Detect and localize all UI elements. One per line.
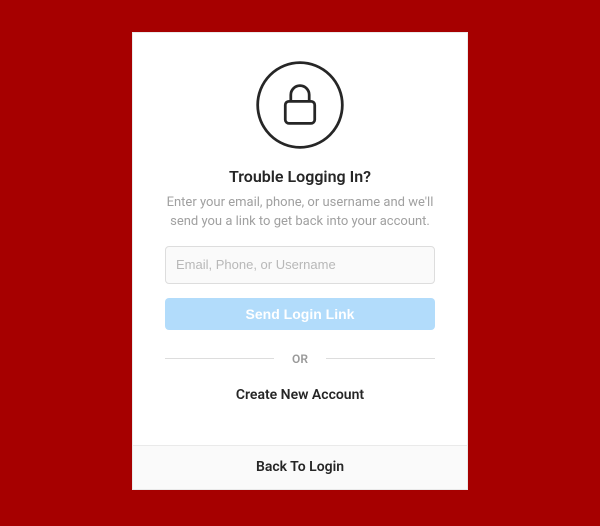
card-body: Trouble Logging In? Enter your email, ph…: [133, 33, 467, 445]
lock-icon: [165, 59, 435, 151]
or-divider: OR: [165, 352, 435, 366]
back-to-login-link[interactable]: Back To Login: [256, 459, 344, 475]
divider-line-left: [165, 358, 274, 359]
send-login-link-button[interactable]: Send Login Link: [165, 298, 435, 330]
divider-line-right: [326, 358, 435, 359]
login-help-card: Trouble Logging In? Enter your email, ph…: [132, 32, 468, 490]
divider-text: OR: [292, 352, 308, 366]
page-title: Trouble Logging In?: [165, 167, 435, 186]
page-subtitle: Enter your email, phone, or username and…: [165, 194, 435, 232]
create-new-account-link[interactable]: Create New Account: [236, 387, 364, 403]
card-footer: Back To Login: [133, 445, 467, 489]
login-identifier-input[interactable]: [165, 246, 435, 284]
